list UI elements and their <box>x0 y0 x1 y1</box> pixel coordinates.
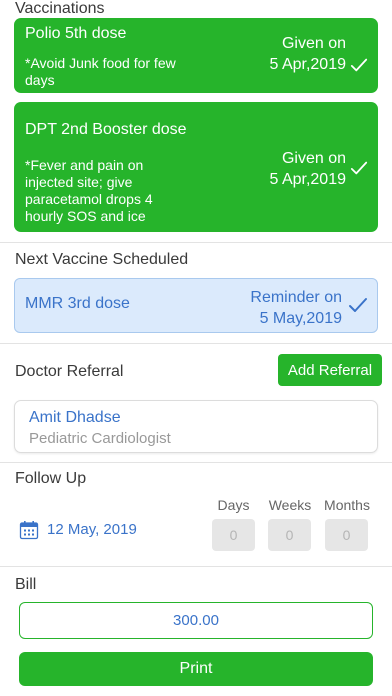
reminder-date: 5 May,2019 <box>259 310 342 327</box>
next-vaccine-card[interactable]: MMR 3rd dose Reminder on 5 May,2019 <box>14 278 378 333</box>
days-label: Days <box>217 497 250 513</box>
weeks-input[interactable]: 0 <box>268 519 311 551</box>
vaccinations-title: Vaccinations <box>15 0 105 17</box>
status-given-date: 5 Apr,2019 <box>269 56 346 73</box>
doctor-referral-card[interactable]: Amit Dhadse Pediatric Cardiologist <box>14 400 378 453</box>
checkmark-icon <box>350 58 368 72</box>
days-input[interactable]: 0 <box>212 519 255 551</box>
vaccination-card-polio[interactable]: Polio 5th dose *Avoid Junk food for few … <box>14 18 378 93</box>
checkmark-icon <box>349 298 367 312</box>
divider <box>0 343 392 344</box>
divider <box>0 566 392 567</box>
doctor-specialty: Pediatric Cardiologist <box>29 430 171 447</box>
vaccine-status: Given on 5 Apr,2019 <box>269 148 346 190</box>
reminder-status: Reminder on 5 May,2019 <box>250 287 342 329</box>
print-button[interactable]: Print <box>19 652 373 686</box>
vaccine-name: Polio 5th dose <box>25 25 127 42</box>
vaccine-note: *Fever and pain on injected site; give p… <box>25 157 153 224</box>
months-label: Months <box>324 497 370 513</box>
status-given-label: Given on <box>281 150 346 167</box>
add-referral-button[interactable]: Add Referral <box>278 354 382 386</box>
months-input[interactable]: 0 <box>325 519 368 551</box>
reminder-label: Reminder on <box>250 289 342 306</box>
next-vaccine-title: Next Vaccine Scheduled <box>15 251 189 268</box>
vaccine-status: Given on 5 Apr,2019 <box>269 33 346 75</box>
doctor-name: Amit Dhadse <box>29 409 121 426</box>
status-given-date: 5 Apr,2019 <box>269 171 346 188</box>
bill-amount-input[interactable]: 300.00 <box>19 602 373 639</box>
next-vaccine-name: MMR 3rd dose <box>25 295 130 312</box>
divider <box>0 462 392 463</box>
vaccine-note: *Avoid Junk food for few days <box>25 55 176 88</box>
doctor-referral-title: Doctor Referral <box>15 363 124 380</box>
follow-up-title: Follow Up <box>15 470 87 487</box>
vaccination-card-dpt[interactable]: DPT 2nd Booster dose *Fever and pain on … <box>14 102 378 232</box>
checkmark-icon <box>350 161 368 175</box>
vaccine-name: DPT 2nd Booster dose <box>25 121 187 138</box>
bill-title: Bill <box>15 576 37 593</box>
divider <box>0 242 392 243</box>
weeks-label: Weeks <box>268 497 312 513</box>
calendar-icon[interactable] <box>19 520 39 540</box>
follow-up-date[interactable]: 12 May, 2019 <box>47 521 137 538</box>
status-given-label: Given on <box>281 35 346 52</box>
